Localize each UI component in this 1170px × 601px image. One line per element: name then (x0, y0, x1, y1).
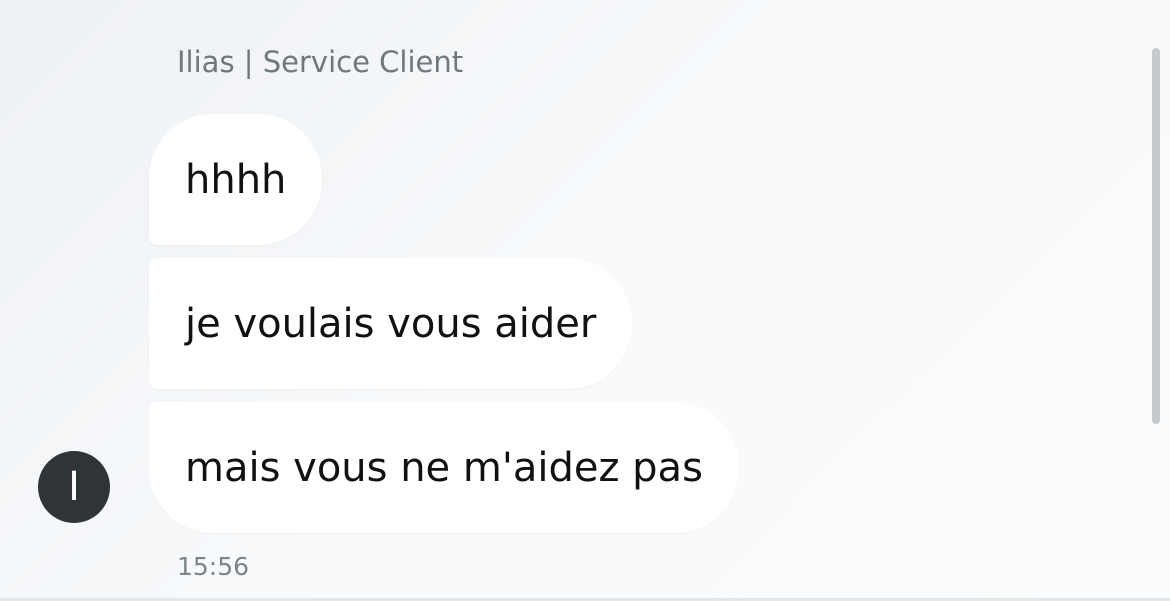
message-text: mais vous ne m'aidez pas (185, 444, 703, 491)
message-bubble[interactable]: je voulais vous aider (149, 258, 633, 389)
message-timestamp: 15:56 (177, 552, 250, 581)
vertical-scrollbar[interactable] (1152, 48, 1160, 424)
sender-avatar[interactable]: I (38, 451, 110, 523)
avatar-initial: I (68, 464, 80, 510)
message-text: je voulais vous aider (185, 300, 597, 347)
chat-pane: Ilias | Service Client hhhh je voulais v… (0, 0, 1170, 601)
message-bubble[interactable]: hhhh (149, 114, 323, 245)
sender-name: Ilias | Service Client (177, 45, 464, 79)
message-bubble[interactable]: mais vous ne m'aidez pas (149, 402, 739, 533)
message-text: hhhh (185, 156, 287, 203)
